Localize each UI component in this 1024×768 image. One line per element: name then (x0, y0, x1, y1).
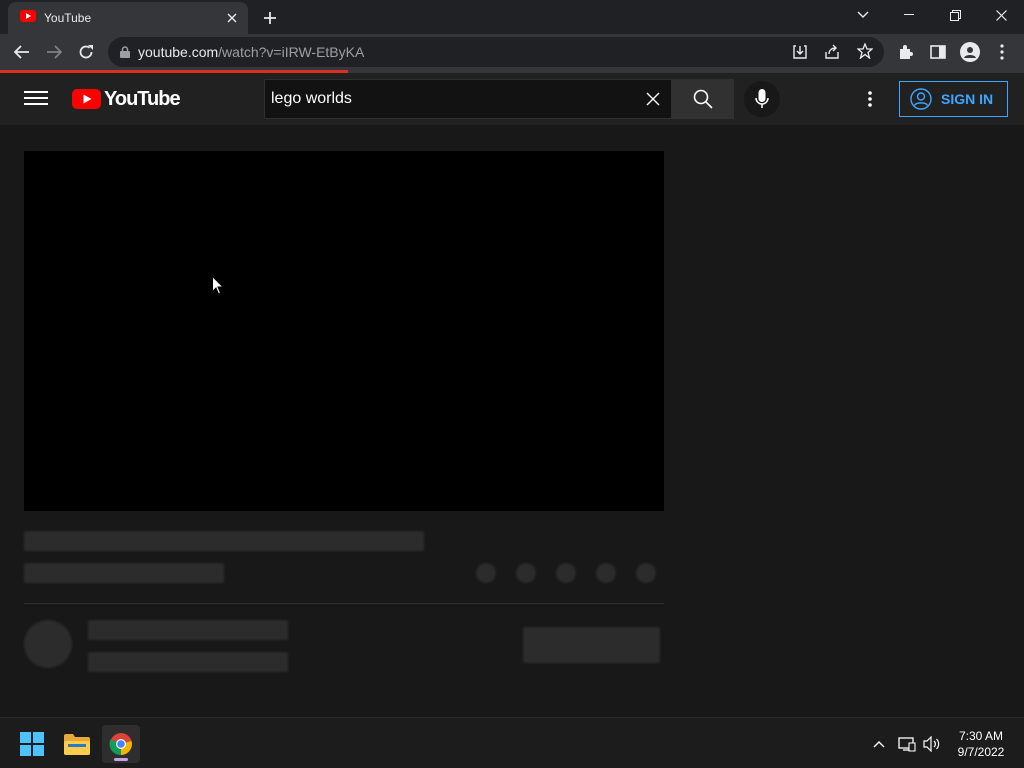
start-windows-icon[interactable] (13, 725, 51, 763)
forward-icon[interactable] (40, 38, 68, 66)
account-circle-icon (910, 88, 932, 110)
address-bar[interactable]: youtube.com/watch?v=iIRW-EtByKA (108, 37, 884, 67)
minimize-icon[interactable] (886, 0, 932, 30)
url-path: /watch?v=iIRW-EtByKA (218, 44, 365, 60)
tab-close-icon[interactable] (222, 8, 242, 28)
youtube-play-logo-icon (72, 89, 101, 109)
video-player[interactable] (24, 151, 664, 511)
search-button[interactable] (672, 79, 734, 119)
tab-title: YouTube (44, 11, 92, 25)
voice-search-button[interactable] (744, 81, 780, 117)
install-app-icon[interactable] (792, 44, 808, 60)
youtube-header: YouTube SIGN IN (0, 73, 1024, 125)
youtube-favicon-icon (20, 9, 36, 27)
action-placeholder (596, 563, 616, 583)
chrome-menu-icon[interactable] (988, 38, 1016, 66)
profile-icon[interactable] (956, 38, 984, 66)
close-window-icon[interactable] (978, 0, 1024, 30)
bookmark-star-icon[interactable] (857, 43, 873, 59)
tab-search-chevron-icon[interactable] (840, 0, 886, 30)
search-input[interactable] (265, 90, 635, 108)
metadata-divider (24, 603, 664, 604)
sign-in-button[interactable]: SIGN IN (899, 81, 1008, 117)
file-explorer-icon[interactable] (58, 725, 96, 763)
show-hidden-icons-chevron-icon[interactable] (867, 732, 891, 756)
youtube-page: YouTube SIGN IN (0, 73, 1024, 717)
screen: YouTube youtube.com/watch?v=iIRW-EtByKA … (0, 0, 1024, 768)
windows-taskbar: 7:30 AM 9/7/2022 (0, 717, 1024, 768)
clock-date: 9/7/2022 (957, 745, 1005, 759)
action-placeholder (516, 563, 536, 583)
lock-icon[interactable] (120, 46, 130, 58)
active-app-indicator (114, 758, 128, 761)
microphone-icon (755, 89, 769, 108)
subscriber-count-placeholder (88, 652, 288, 672)
channel-avatar-placeholder (24, 620, 72, 668)
title-placeholder (24, 531, 424, 551)
action-placeholder (476, 563, 496, 583)
channel-name-placeholder (88, 620, 288, 640)
extensions-icon[interactable] (892, 38, 920, 66)
youtube-logo[interactable]: YouTube (72, 87, 181, 111)
action-placeholder (556, 563, 576, 583)
chrome-taskbar-icon[interactable] (102, 725, 140, 763)
volume-icon[interactable] (920, 732, 944, 756)
subscribe-button-placeholder (523, 627, 660, 663)
side-panel-icon[interactable] (924, 38, 952, 66)
guide-menu-icon[interactable] (24, 87, 48, 111)
search-box (264, 79, 672, 119)
url-text: youtube.com/watch?v=iIRW-EtByKA (138, 44, 364, 60)
youtube-logo-text: YouTube (104, 87, 181, 110)
share-icon[interactable] (824, 44, 840, 60)
views-placeholder (24, 563, 224, 583)
browser-tab[interactable]: YouTube (8, 2, 248, 34)
search-icon (693, 89, 713, 109)
clock-time: 7:30 AM (958, 729, 1004, 743)
sign-in-label: SIGN IN (941, 91, 994, 107)
settings-more-icon[interactable] (858, 87, 882, 111)
restore-icon[interactable] (932, 0, 978, 30)
taskbar-clock[interactable]: 7:30 AM 9/7/2022 (948, 728, 1014, 760)
browser-toolbar: youtube.com/watch?v=iIRW-EtByKA (0, 34, 1024, 70)
reload-icon[interactable] (72, 38, 100, 66)
clear-search-icon[interactable] (635, 81, 671, 117)
new-tab-icon[interactable] (258, 6, 282, 30)
browser-tabstrip: YouTube (0, 0, 1024, 34)
network-icon[interactable] (895, 732, 919, 756)
url-host: youtube.com (138, 44, 219, 60)
action-placeholder (636, 563, 656, 583)
back-icon[interactable] (8, 38, 36, 66)
mouse-cursor-icon (212, 275, 225, 300)
